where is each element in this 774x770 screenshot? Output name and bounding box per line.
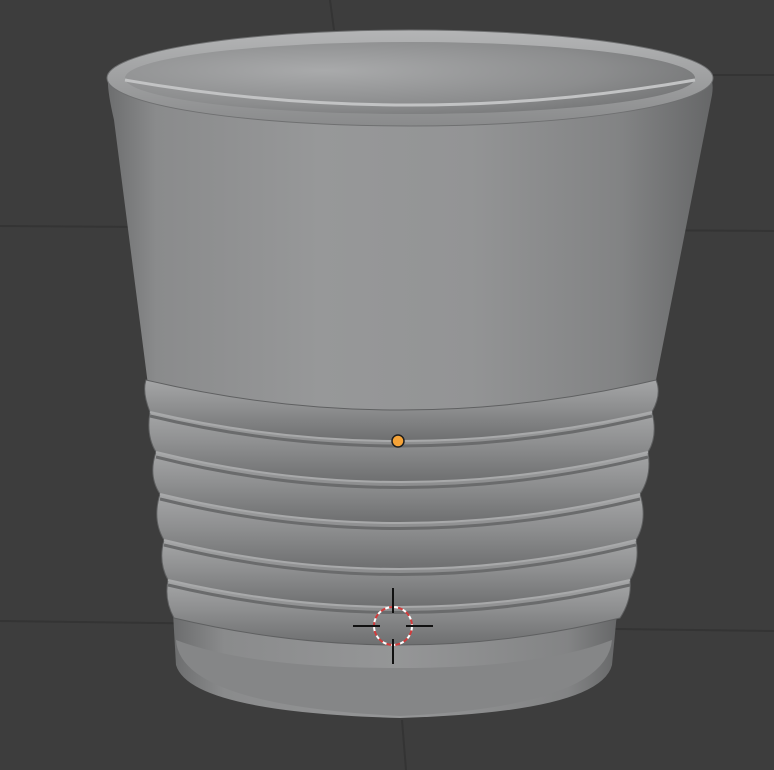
3d-viewport[interactable] bbox=[0, 0, 774, 770]
grid-line bbox=[329, 0, 335, 31]
cup-upper-body bbox=[107, 78, 713, 413]
viewport-scene[interactable] bbox=[0, 0, 774, 770]
cup-opening bbox=[125, 42, 695, 114]
cup-rings bbox=[144, 379, 659, 646]
cup-mesh[interactable] bbox=[106, 29, 714, 718]
object-origin[interactable] bbox=[391, 434, 405, 448]
grid-line bbox=[401, 719, 407, 770]
